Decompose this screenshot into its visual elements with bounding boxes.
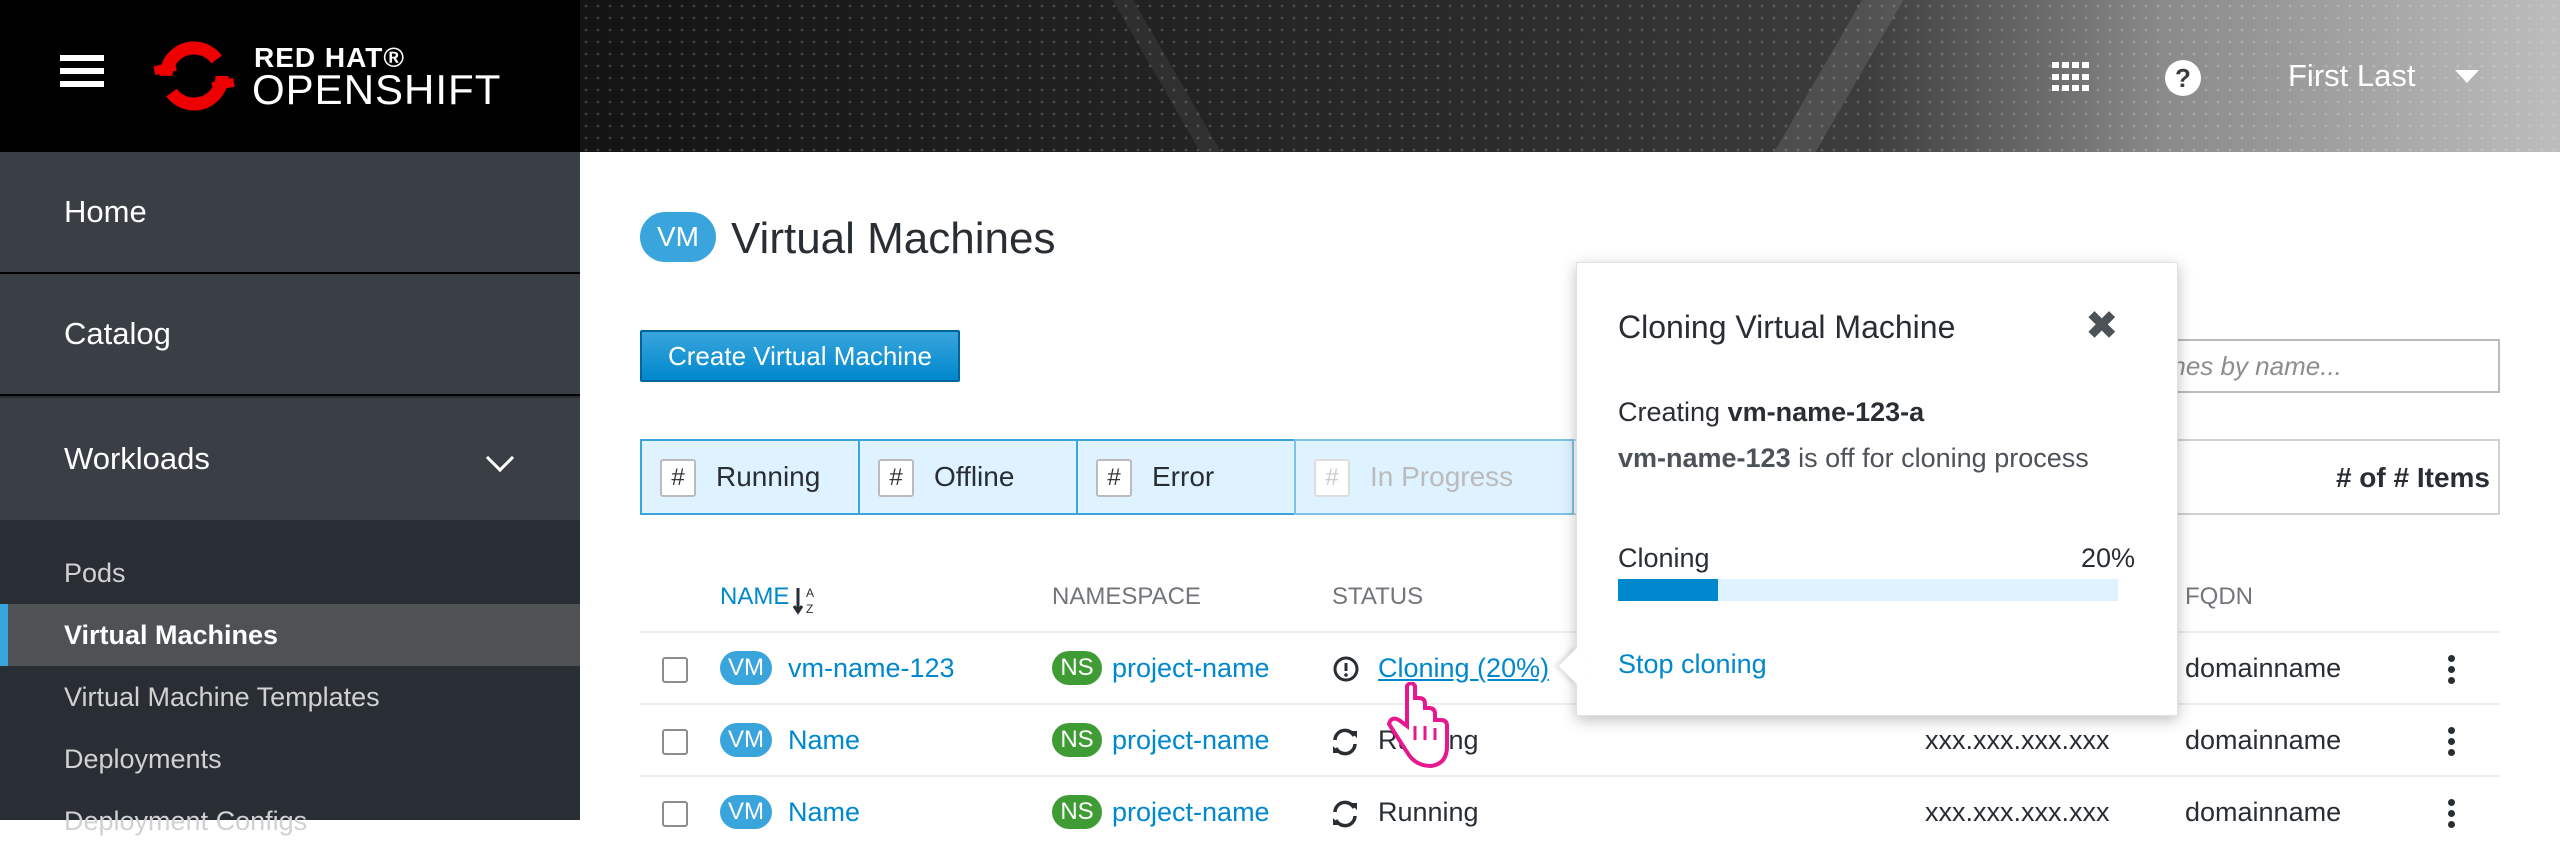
table-row: VM Name NS project-name Running xxx.xxx.… (640, 775, 2500, 847)
sort-alpha-asc-icon[interactable]: A Z (793, 584, 819, 616)
filter-chip-offline[interactable]: # Offline (858, 439, 1078, 515)
filter-label: In Progress (1370, 461, 1514, 492)
ip-cell: xxx.xxx.xxx.xxx (1925, 725, 2110, 755)
vm-name-link[interactable]: vm-name-123 (788, 653, 955, 684)
vm-badge: VM (720, 651, 772, 685)
filter-chip-error[interactable]: # Error (1076, 439, 1296, 515)
chevron-down-icon (485, 443, 515, 473)
vm-badge: VM (720, 723, 772, 757)
popover-source-text: vm-name-123 is off for cloning process (1618, 443, 2089, 474)
table-row: VM Name NS project-name Running xxx.xxx.… (640, 703, 2500, 775)
fqdn-cell: domainname (2185, 797, 2342, 827)
clone-target-name: vm-name-123-a (1727, 397, 1925, 427)
status-text: Running (1378, 797, 1479, 827)
stop-cloning-link[interactable]: Stop cloning (1618, 649, 1767, 680)
filter-count: # (660, 459, 696, 497)
sidebar-item-label: Workloads (64, 441, 210, 476)
filter-count: # (1096, 459, 1132, 497)
cloning-popover: Cloning Virtual Machine ✖ Creating vm-na… (1558, 262, 2178, 716)
progress-bar (1618, 579, 2118, 601)
masthead: RED HAT® OPENSHIFT ? First Last (0, 0, 2560, 152)
vm-badge: VM (720, 795, 772, 829)
app-launcher-grid-icon[interactable] (2052, 62, 2089, 94)
sync-icon (1333, 800, 1357, 828)
caret-down-icon[interactable] (2455, 70, 2479, 83)
sidebar-item-vm-templates[interactable]: Virtual Machine Templates (0, 666, 580, 728)
row-checkbox[interactable] (662, 801, 688, 827)
hamburger-icon[interactable] (60, 55, 104, 95)
column-header-fqdn[interactable]: FQDN (2185, 583, 2253, 611)
vm-name-link[interactable]: Name (788, 797, 860, 828)
svg-text:Z: Z (806, 602, 813, 616)
sidebar-item-virtual-machines[interactable]: Virtual Machines (0, 604, 580, 666)
row-checkbox[interactable] (662, 657, 688, 683)
progress-label: Cloning (1618, 543, 1710, 573)
question-circle-icon[interactable]: ? (2165, 60, 2201, 96)
close-icon[interactable]: ✖ (2085, 303, 2119, 349)
sidebar-item-home[interactable]: Home (0, 152, 580, 274)
namespace-link[interactable]: project-name (1112, 725, 1270, 756)
progress-percent: 20% (2080, 543, 2135, 573)
ip-cell: xxx.xxx.xxx.xxx (1925, 797, 2110, 827)
kebab-menu-icon[interactable] (2448, 727, 2456, 757)
column-header-status[interactable]: STATUS (1332, 583, 1423, 611)
hand-cursor-icon (1386, 682, 1449, 769)
in-progress-icon (1333, 656, 1359, 682)
ns-badge: NS (1052, 723, 1102, 757)
svg-text:A: A (806, 586, 814, 600)
vm-name-link[interactable]: Name (788, 725, 860, 756)
kebab-menu-icon[interactable] (2448, 799, 2456, 829)
items-count: # of # Items (2335, 462, 2490, 493)
filter-count: # (1314, 459, 1350, 497)
sidebar-item-deployments[interactable]: Deployments (0, 728, 580, 790)
ns-badge: NS (1052, 795, 1102, 829)
sidebar-item-workloads[interactable]: Workloads (0, 398, 580, 520)
sidebar-item-catalog[interactable]: Catalog (0, 274, 580, 396)
user-menu-name[interactable]: First Last (2288, 58, 2415, 94)
openshift-logo-icon (153, 41, 235, 111)
namespace-link[interactable]: project-name (1112, 653, 1270, 684)
sync-icon (1333, 728, 1357, 756)
namespace-link[interactable]: project-name (1112, 797, 1270, 828)
filter-count: # (878, 459, 914, 497)
source-suffix: is off for cloning process (1790, 443, 2089, 473)
popover-title: Cloning Virtual Machine (1618, 309, 1956, 345)
column-header-namespace[interactable]: NAMESPACE (1052, 583, 1201, 611)
filter-label: Error (1152, 461, 1215, 492)
filter-label: Offline (934, 461, 1015, 492)
creating-prefix: Creating (1618, 397, 1728, 427)
clone-source-name: vm-name-123 (1618, 443, 1791, 473)
page-title-vm-badge: VM (640, 212, 716, 262)
page-title: Virtual Machines (731, 214, 1056, 263)
filter-chip-in-progress[interactable]: # In Progress (1294, 439, 1574, 515)
filter-label: Running (716, 461, 821, 492)
masthead-background (580, 0, 2560, 152)
sidebar-item-deployment-configs[interactable]: Deployment Configs (0, 790, 580, 852)
row-checkbox[interactable] (662, 729, 688, 755)
popover-creating-text: Creating vm-name-123-a (1618, 397, 1924, 428)
column-header-name[interactable]: NAME (720, 583, 789, 611)
ns-badge: NS (1052, 651, 1102, 685)
progress-bar-fill (1618, 579, 1718, 601)
sidebar-nav: Home Catalog Workloads Pods Virtual Mach… (0, 152, 580, 836)
create-virtual-machine-button[interactable]: Create Virtual Machine (640, 330, 960, 382)
brand-openshift: OPENSHIFT (252, 66, 502, 113)
filter-chip-running[interactable]: # Running (640, 439, 860, 515)
kebab-menu-icon[interactable] (2448, 655, 2456, 685)
fqdn-cell: domainname (2185, 725, 2342, 755)
status-cloning-link[interactable]: Cloning (20%) (1378, 653, 1549, 684)
fqdn-cell: domainname (2185, 653, 2342, 683)
sidebar-item-pods[interactable]: Pods (0, 542, 580, 604)
